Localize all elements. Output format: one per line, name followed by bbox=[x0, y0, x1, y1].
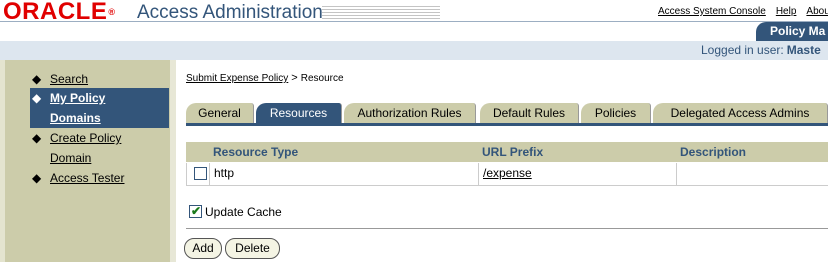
login-info: Logged in user: Maste bbox=[701, 41, 821, 60]
tab-resources[interactable]: Resources bbox=[256, 103, 342, 124]
row-select-checkbox[interactable] bbox=[194, 167, 207, 180]
policy-manager-tab[interactable]: Policy Ma bbox=[756, 22, 828, 41]
bullet-icon: ◆ bbox=[32, 171, 42, 185]
main-content: Submit Expense Policy > Resource General R… bbox=[176, 60, 828, 262]
sidebar-item-label: Domain bbox=[50, 151, 92, 165]
tab-policies[interactable]: Policies bbox=[581, 103, 651, 124]
help-link[interactable]: Help bbox=[776, 6, 797, 17]
about-link[interactable]: About bbox=[806, 6, 828, 17]
section-divider bbox=[186, 228, 828, 229]
cell-divider bbox=[209, 163, 210, 185]
tab-delegated-access-admins[interactable]: Delegated Access Admins bbox=[653, 103, 828, 124]
update-cache-label: Update Cache bbox=[205, 205, 282, 219]
tab-general[interactable]: General bbox=[186, 103, 254, 124]
column-header-description: Description bbox=[680, 145, 747, 159]
breadcrumb-separator: > bbox=[291, 72, 298, 84]
sidebar: ◆ Search ◆ My Policy Domains ◆ Create Po… bbox=[0, 60, 176, 262]
add-button[interactable]: Add bbox=[184, 238, 222, 259]
global-links: Access System Console Help About bbox=[658, 6, 828, 17]
checkmark-icon: ✔ bbox=[191, 204, 202, 218]
sidebar-frame bbox=[0, 60, 5, 262]
cell-divider bbox=[676, 163, 677, 185]
sidebar-item-label: Search bbox=[50, 72, 89, 86]
bullet-icon: ◆ bbox=[32, 131, 42, 145]
breadcrumb-link-policy[interactable]: Submit Expense Policy bbox=[186, 73, 288, 84]
bullet-icon: ◆ bbox=[32, 91, 42, 105]
tab-underline bbox=[186, 123, 828, 126]
tab-default-rules[interactable]: Default Rules bbox=[480, 103, 579, 124]
column-header-url-prefix: URL Prefix bbox=[482, 145, 544, 159]
header-divider bbox=[0, 21, 828, 22]
delete-button[interactable]: Delete bbox=[225, 238, 280, 259]
sidebar-item-access-tester[interactable]: ◆ Access Tester bbox=[32, 168, 168, 188]
sidebar-item-search[interactable]: ◆ Search bbox=[32, 69, 168, 89]
tab-authorization-rules[interactable]: Authorization Rules bbox=[344, 103, 476, 124]
sidebar-item-label: Create Policy bbox=[50, 131, 122, 145]
sidebar-item-label: Domains bbox=[50, 111, 101, 125]
tab-bar: General Resources Authorization Rules De… bbox=[186, 103, 828, 124]
update-cache-checkbox[interactable]: ✔ bbox=[189, 204, 202, 218]
cell-url-prefix-link[interactable]: /expense bbox=[483, 166, 532, 181]
cell-divider bbox=[478, 163, 479, 185]
column-header-resource-type: Resource Type bbox=[213, 145, 299, 159]
table-row: http /expense bbox=[186, 163, 828, 186]
access-system-console-link[interactable]: Access System Console bbox=[658, 6, 766, 17]
title-decoration bbox=[322, 6, 440, 20]
sidebar-item-create-policy-domain[interactable]: ◆ Create Policy Domain bbox=[32, 128, 168, 168]
bullet-icon: ◆ bbox=[32, 72, 42, 86]
cell-resource-type: http bbox=[214, 166, 235, 180]
breadcrumb: Submit Expense Policy > Resource bbox=[186, 72, 344, 84]
sidebar-item-label: Access Tester bbox=[50, 171, 125, 185]
sidebar-item-my-policy-domains[interactable]: ◆ My Policy Domains bbox=[30, 88, 169, 128]
table-header: Resource Type URL Prefix Description bbox=[186, 142, 828, 162]
login-user: Maste bbox=[786, 43, 821, 57]
breadcrumb-current: Resource bbox=[300, 73, 344, 84]
login-label: Logged in user: bbox=[701, 43, 784, 57]
sidebar-item-label: My Policy bbox=[50, 91, 106, 105]
login-bar: Logged in user: Maste bbox=[0, 41, 828, 60]
header: ORACLE® Access Administration Access Sys… bbox=[0, 0, 828, 60]
